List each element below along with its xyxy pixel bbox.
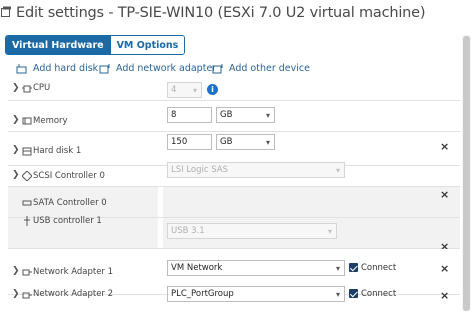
add-device-icon	[212, 63, 223, 73]
disk-icon	[22, 147, 32, 156]
memory-icon	[22, 117, 32, 125]
scsi-controller-row: ❯ SCSI Controller 0 LSI Logic SAS ▾	[8, 162, 460, 187]
network-adapter-1-label: Network Adapter 1	[33, 267, 114, 277]
disk-size-value: 150	[171, 137, 188, 147]
usb-controller-label: USB controller 1	[33, 216, 102, 226]
hardware-actions: Add hard disk Add network adapter Add ot…	[0, 60, 474, 78]
network-icon	[22, 269, 32, 276]
add-other-device-button[interactable]: Add other device	[212, 63, 310, 74]
add-network-icon	[99, 63, 110, 73]
cpu-label: CPU	[33, 83, 51, 93]
add-other-device-label: Add other device	[229, 63, 310, 74]
edit-vm-icon	[1, 6, 11, 17]
controller-icon	[22, 171, 32, 181]
chevron-down-icon: ▾	[335, 290, 340, 299]
scrollbar-thumb[interactable]	[463, 36, 470, 311]
sata-controller-row: SATA Controller 0 ×	[8, 187, 460, 218]
memory-unit-value: GB	[220, 110, 233, 120]
tab-vm-options[interactable]: VM Options	[109, 36, 185, 54]
disk-unit-select[interactable]: GB ▾	[216, 134, 275, 150]
network-adapter-2-label: Network Adapter 2	[33, 289, 114, 299]
tab-bar: Virtual Hardware VM Options	[5, 35, 186, 55]
network-2-value: PLC_PortGroup	[171, 289, 234, 299]
disk-unit-value: GB	[220, 137, 233, 147]
network-1-select[interactable]: VM Network ▾	[167, 260, 345, 276]
chevron-right-icon[interactable]: ❯	[12, 115, 20, 125]
connect-2-label: Connect	[361, 289, 397, 299]
cpu-row: ❯ CPU 4 ▾ i	[8, 78, 460, 101]
chevron-down-icon: ▾	[327, 227, 332, 236]
scsi-controller-label: SCSI Controller 0	[33, 171, 105, 181]
network-1-value: VM Network	[171, 263, 223, 273]
cpu-icon	[22, 85, 32, 93]
memory-unit-select[interactable]: GB ▾	[216, 107, 275, 123]
sata-controller-label: SATA Controller 0	[33, 198, 107, 208]
chevron-right-icon[interactable]: ❯	[12, 170, 20, 180]
network-adapter-2-row: ❯ Network Adapter 2 PLC_PortGroup ▾ Conn…	[8, 286, 460, 315]
remove-network-adapter-1-button[interactable]: ×	[440, 262, 449, 275]
chevron-down-icon: ▾	[335, 264, 340, 273]
memory-size-input[interactable]: 8	[167, 107, 212, 123]
disk-size-input[interactable]: 150	[167, 134, 212, 150]
add-network-adapter-button[interactable]: Add network adapter	[99, 63, 216, 74]
cpu-count-value: 4	[171, 85, 177, 95]
chevron-right-icon[interactable]: ❯	[12, 289, 20, 299]
connect-2-checkbox[interactable]	[349, 289, 358, 298]
usb-icon	[24, 216, 30, 226]
controller-icon	[22, 200, 32, 206]
chevron-right-icon[interactable]: ❯	[12, 145, 20, 155]
remove-hard-disk-button[interactable]: ×	[440, 140, 449, 153]
memory-row: ❯ Memory 8 GB ▾	[8, 101, 460, 132]
network-2-select[interactable]: PLC_PortGroup ▾	[167, 286, 345, 302]
scsi-type-value: LSI Logic SAS	[171, 165, 229, 175]
remove-network-adapter-2-button[interactable]: ×	[440, 289, 449, 302]
usb-type-select[interactable]: USB 3.1 ▾	[167, 223, 337, 239]
network-icon	[22, 292, 32, 299]
connect-1-label: Connect	[361, 263, 397, 273]
hard-disk-1-row: ❯ Hard disk 1 150 GB ▾ ×	[8, 132, 460, 166]
info-icon[interactable]: i	[207, 84, 218, 95]
chevron-down-icon: ▾	[265, 111, 270, 120]
remove-sata-controller-button[interactable]: ×	[440, 188, 449, 201]
memory-label: Memory	[33, 116, 68, 126]
usb-controller-row: USB controller 1 USB 3.1 ▾ ×	[8, 216, 460, 253]
chevron-down-icon: ▾	[192, 86, 197, 95]
add-hard-disk-button[interactable]: Add hard disk	[16, 63, 98, 74]
dialog-titlebar: Edit settings - TP-SIE-WIN10 (ESXi 7.0 U…	[0, 0, 474, 30]
connect-1-checkbox[interactable]	[349, 263, 358, 272]
chevron-down-icon: ▾	[335, 166, 340, 175]
dialog-title: Edit settings - TP-SIE-WIN10 (ESXi 7.0 U…	[16, 5, 426, 21]
chevron-right-icon[interactable]: ❯	[12, 83, 20, 93]
add-hard-disk-label: Add hard disk	[33, 63, 99, 74]
chevron-down-icon: ▾	[265, 138, 270, 147]
usb-type-value: USB 3.1	[171, 226, 205, 236]
add-network-adapter-label: Add network adapter	[116, 63, 217, 74]
scsi-type-select[interactable]: LSI Logic SAS ▾	[167, 162, 345, 178]
hard-disk-1-label: Hard disk 1	[33, 146, 82, 156]
tab-virtual-hardware[interactable]: Virtual Hardware	[6, 36, 110, 54]
memory-size-value: 8	[171, 110, 177, 120]
add-disk-icon	[16, 63, 27, 73]
cpu-count-select[interactable]: 4 ▾	[167, 82, 202, 98]
chevron-right-icon[interactable]: ❯	[12, 266, 20, 276]
